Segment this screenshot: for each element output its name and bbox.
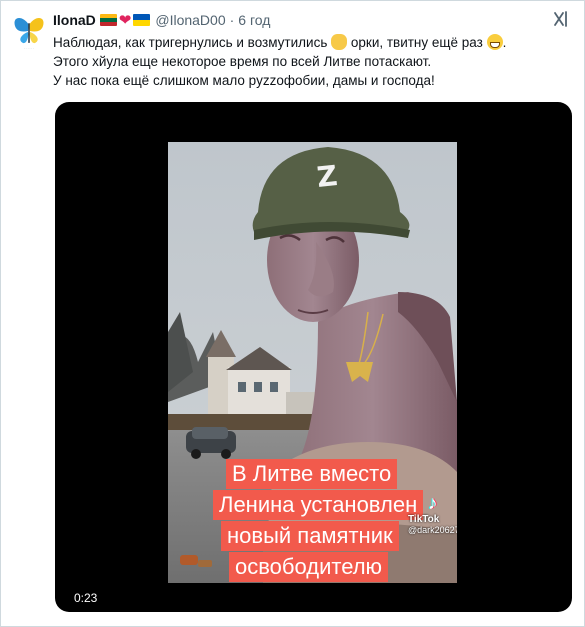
tiktok-watermark: TikTok @dark20627 [408,514,457,536]
grok-button[interactable] [548,7,574,31]
tiktok-brand: TikTok [408,514,440,525]
timestamp[interactable]: 6 год [238,12,270,28]
tweet-line-1-part-a: Наблюдая, как тригернулись и возмутились [53,35,328,50]
red-heart-icon: ❤ [118,11,132,29]
video-frame[interactable]: Z В Литве вместо Ленина установлен новый… [168,142,457,583]
ok-hand-emoji-icon [331,34,348,50]
avatar[interactable]: · · · · · · [9,11,49,51]
grinning-face-emoji-icon [486,34,503,50]
tweet-card[interactable]: · · · · · · IlonaD ❤ @IlonaD00 · 6 год Н… [0,0,585,627]
tweet-line-1: Наблюдая, как тригернулись и возмутились… [53,34,507,50]
svg-text:Z: Z [315,159,339,194]
tiktok-username: @dark20627 [408,525,457,535]
caption-line-2: Ленина установлен [213,490,424,520]
video-timecode: 0:23 [74,591,98,605]
svg-text:· · · · · ·: · · · · · · [24,46,35,50]
video-player[interactable]: Z В Литве вместо Ленина установлен новый… [55,102,572,612]
tweet-line-1-part-b: орки, твитну ещё раз [350,35,483,50]
caption-line-3: новый памятник [221,521,399,551]
butterfly-logo-icon: · · · · · · [14,17,44,50]
user-handle[interactable]: @IlonaD00 [155,12,225,28]
tweet-header: IlonaD ❤ @IlonaD00 · 6 год [53,10,564,30]
display-name[interactable]: IlonaD [53,12,96,28]
tweet-line-2: Этого хйула еще некоторое время по всей … [53,54,432,69]
name-emojis: ❤ [99,11,151,29]
caption-line-4: освободителю [229,552,389,582]
grok-icon [554,11,567,27]
ukraine-flag-icon [133,14,151,26]
caption-line-1: В Литве вместо [226,459,398,489]
separator-dot: · [229,12,235,28]
tweet-text: Наблюдая, как тригернулись и возмутились… [53,33,572,90]
tiktok-note-icon: ♪ [428,493,438,514]
lithuania-flag-icon [99,14,117,26]
tweet-line-3: У нас пока ещё слишком мало pyzzофобии, … [53,73,435,88]
